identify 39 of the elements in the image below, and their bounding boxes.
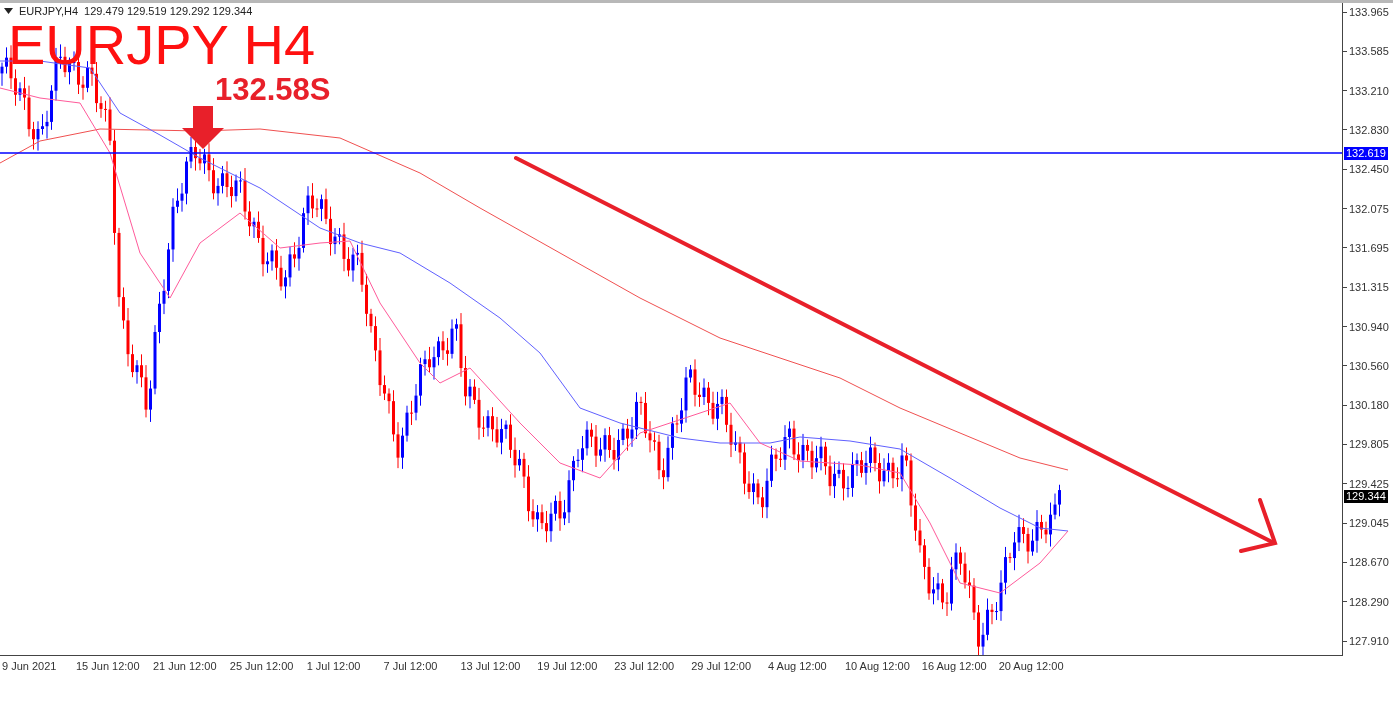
price-axis-label: 133.210: [1349, 84, 1389, 97]
time-axis-label: 9 Jun 2021: [2, 660, 57, 672]
price-tag: 129.344: [1344, 490, 1388, 503]
price-tag: 132.619: [1344, 147, 1388, 160]
price-axis-label: 133.965: [1349, 6, 1389, 18]
price-axis-label: 131.315: [1349, 281, 1389, 294]
price-axis-label: 130.940: [1349, 320, 1389, 333]
price-axis-label: 128.670: [1349, 556, 1389, 569]
price-axis-label: 133.585: [1349, 45, 1389, 58]
price-axis-label: 131.695: [1349, 241, 1389, 254]
price-axis-label: 130.560: [1349, 359, 1389, 372]
price-axis-label: 129.425: [1349, 477, 1389, 490]
time-axis-label: 23 Jul 12:00: [614, 660, 675, 672]
time-axis-label: 15 Jun 12:00: [76, 660, 140, 672]
time-axis-label: 20 Aug 12:00: [998, 660, 1064, 672]
time-axis-label: 10 Aug 12:00: [844, 660, 910, 672]
price-axis-label: 132.075: [1349, 202, 1389, 215]
level-label: 132.58S: [215, 71, 331, 109]
time-axis-label: 21 Jun 12:00: [152, 660, 217, 672]
time-axis-label: 7 Jul 12:00: [383, 660, 438, 672]
time-axis-label: 16 Aug 12:00: [921, 660, 987, 672]
price-axis-label: 128.290: [1349, 595, 1389, 608]
price-axis-label: 132.830: [1349, 123, 1389, 136]
price-axis-label: 129.805: [1349, 438, 1389, 451]
time-axis-label: 19 Jul 12:00: [537, 660, 598, 672]
price-axis-label: 130.180: [1349, 399, 1389, 412]
price-axis-label: 127.910: [1349, 635, 1389, 647]
price-axis-label: 132.450: [1349, 163, 1389, 176]
price-quotes: 129.479 129.519 129.292 129.344: [84, 5, 253, 17]
chart-title: EURJPY H4: [8, 19, 316, 71]
symbol-label: EURJPY,H4: [19, 5, 79, 17]
price-axis-label: 129.045: [1349, 517, 1389, 530]
caret-icon[interactable]: [4, 8, 13, 14]
time-axis-label: 4 Aug 12:00: [768, 660, 827, 672]
time-axis-label: 13 Jul 12:00: [460, 660, 521, 672]
down-arrow-icon: [182, 106, 224, 149]
time-axis-label: 29 Jul 12:00: [691, 660, 752, 672]
time-axis-label: 1 Jul 12:00: [306, 660, 361, 672]
time-axis-label: 25 Jun 12:00: [229, 660, 294, 672]
